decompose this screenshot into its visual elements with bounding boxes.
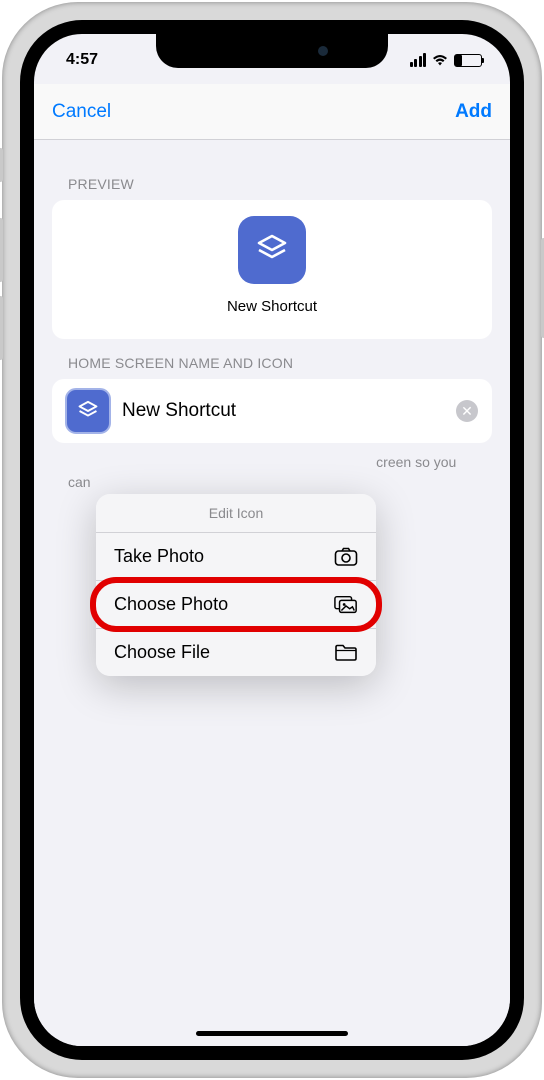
volume-down-button [0,296,3,360]
folder-icon [334,643,358,663]
volume-up-button [0,218,3,282]
edit-icon-menu-title: Edit Icon [96,494,376,533]
status-time: 4:57 [62,43,98,69]
shortcut-name-input[interactable] [122,400,444,422]
cellular-signal-icon [410,53,427,67]
menu-item-take-photo[interactable]: Take Photo [96,533,376,581]
wifi-icon [431,53,449,67]
cancel-button[interactable]: Cancel [52,101,111,123]
battery-icon [454,54,482,67]
home-screen-section-label: Home Screen Name and Icon [34,339,510,379]
preview-card: New Shortcut [52,200,492,339]
home-indicator[interactable] [196,1031,348,1036]
photos-icon [334,595,358,615]
preview-section-label: Preview [34,160,510,200]
add-button[interactable]: Add [455,101,492,123]
menu-item-label: Take Photo [114,546,204,567]
menu-item-label: Choose File [114,642,210,663]
close-icon: ✕ [461,404,473,418]
menu-item-choose-file[interactable]: Choose File [96,629,376,676]
menu-item-choose-photo[interactable]: Choose Photo [96,581,376,629]
shortcut-icon-small[interactable] [66,389,110,433]
camera-icon [334,547,358,567]
notch [156,34,388,68]
silence-switch [0,148,3,182]
nav-bar: Cancel Add [34,84,510,140]
name-and-icon-row: ✕ [52,379,492,443]
clear-text-button[interactable]: ✕ [456,400,478,422]
edit-icon-menu: Edit Icon Take Photo Choose Photo Choose [96,494,376,676]
menu-item-label: Choose Photo [114,594,228,615]
shortcut-app-icon [238,216,306,284]
preview-shortcut-name: New Shortcut [227,298,317,315]
